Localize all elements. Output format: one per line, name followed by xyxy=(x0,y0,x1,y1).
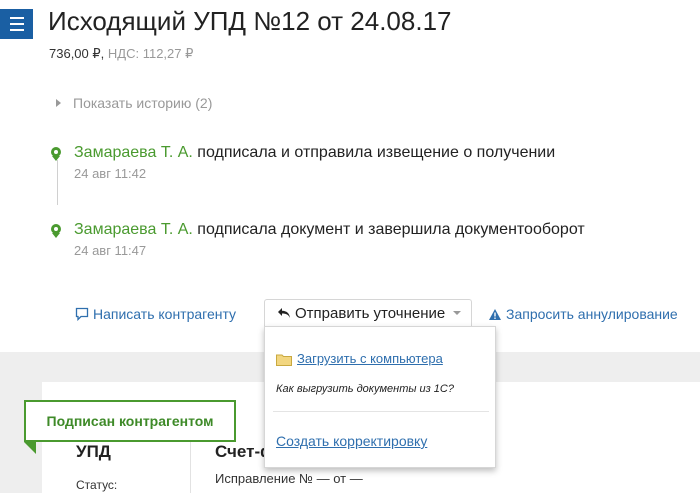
reply-arrow-icon xyxy=(278,308,290,318)
folder-icon xyxy=(276,354,292,366)
send-clarification-menu: Загрузить с компьютера Как выгрузить док… xyxy=(264,326,496,468)
event-author: Замараева Т. А. xyxy=(74,144,193,161)
event-action: подписала и отправила извещение о получе… xyxy=(197,144,556,161)
send-clarification-button[interactable]: Отправить уточнение xyxy=(264,299,472,327)
event-author: Замараева Т. А. xyxy=(74,221,193,238)
menu-button[interactable] xyxy=(0,9,33,39)
request-cancellation-link[interactable]: Запросить аннулирование xyxy=(488,306,678,322)
vat-amount: НДС: 112,27 ₽ xyxy=(107,46,194,61)
show-history-label: Показать историю (2) xyxy=(73,95,213,111)
menu-divider xyxy=(273,411,489,412)
caret-down-icon xyxy=(453,311,462,315)
menu-icon-bar xyxy=(9,23,24,25)
event-time: 24 авг 11:47 xyxy=(74,243,147,258)
page-title: Исходящий УПД №12 от 24.08.17 xyxy=(48,6,452,36)
chevron-right-icon xyxy=(56,99,61,107)
total-amount: 736,00 ₽, xyxy=(49,46,105,61)
how-to-export-hint[interactable]: Как выгрузить документы из 1С? xyxy=(276,383,454,395)
show-history-toggle[interactable]: Показать историю (2) xyxy=(56,95,212,111)
comment-icon xyxy=(75,307,89,322)
warning-icon xyxy=(489,309,501,320)
correction-line: Исправление № — от — xyxy=(215,471,363,486)
document-status-label: Статус: xyxy=(76,478,118,492)
send-clarification-label: Отправить уточнение xyxy=(295,305,446,322)
event-time: 24 авг 11:42 xyxy=(74,166,147,181)
upload-from-computer-label: Загрузить с компьютера xyxy=(297,351,443,366)
location-pin-icon xyxy=(51,224,61,238)
menu-icon-bar xyxy=(9,29,24,31)
write-counterparty-label: Написать контрагенту xyxy=(93,306,237,322)
event-action: подписала документ и завершила документо… xyxy=(197,221,585,238)
location-pin-icon xyxy=(51,147,61,161)
amounts: 736,00 ₽, НДС: 112,27 ₽ xyxy=(49,46,193,62)
write-counterparty-link[interactable]: Написать контрагенту xyxy=(75,306,236,322)
document-type: УПД xyxy=(76,442,111,461)
badge-tail xyxy=(24,442,36,454)
status-badge: Подписан контрагентом xyxy=(24,400,236,442)
timeline-line xyxy=(57,160,58,205)
menu-icon-bar xyxy=(9,17,24,19)
request-cancellation-label: Запросить аннулирование xyxy=(506,306,678,322)
create-correction-item[interactable]: Создать корректировку xyxy=(276,433,427,449)
upload-from-computer-item[interactable]: Загрузить с компьютера xyxy=(276,351,443,366)
